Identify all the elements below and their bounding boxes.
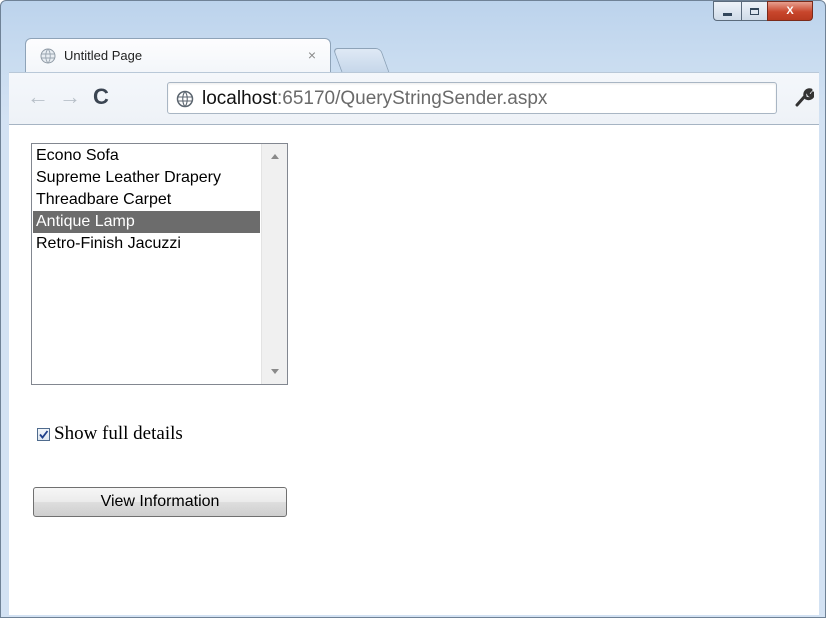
show-details-checkbox[interactable]	[37, 427, 50, 441]
browser-toolbar: ← → C localhost:65170/QueryStringSender.…	[9, 72, 819, 124]
list-item-selected[interactable]: Antique Lamp	[33, 211, 260, 233]
listbox-items: Econo Sofa Supreme Leather Drapery Threa…	[33, 145, 260, 255]
tab-title: Untitled Page	[64, 48, 143, 63]
list-item[interactable]: Econo Sofa	[33, 145, 260, 167]
maximize-icon	[750, 7, 759, 15]
url-host: localhost	[202, 88, 277, 109]
list-item[interactable]: Supreme Leather Drapery	[33, 167, 260, 189]
forward-arrow-icon[interactable]: →	[59, 85, 81, 109]
close-icon: X	[786, 5, 794, 17]
minimize-button[interactable]	[713, 1, 741, 21]
address-bar[interactable]: localhost:65170/QueryStringSender.aspx	[167, 82, 777, 114]
url-path: :65170/QueryStringSender.aspx	[277, 88, 548, 109]
checkmark-icon	[39, 429, 49, 439]
maximize-button[interactable]	[741, 1, 767, 21]
view-information-button[interactable]: View Information	[33, 487, 287, 517]
new-tab-button[interactable]	[332, 48, 390, 72]
show-details-label: Show full details	[54, 423, 183, 444]
scroll-up-arrow-icon[interactable]	[271, 154, 279, 159]
minimize-icon	[723, 12, 732, 16]
page-globe-icon	[176, 90, 194, 108]
scroll-down-arrow-icon[interactable]	[271, 369, 279, 374]
tab-untitled-page[interactable]: Untitled Page ×	[25, 38, 331, 72]
back-arrow-icon[interactable]: ←	[27, 85, 49, 109]
tab-close-icon[interactable]: ×	[308, 47, 316, 63]
show-details-row: Show full details	[37, 423, 183, 445]
listbox-scrollbar[interactable]	[261, 144, 287, 384]
browser-window: X Untitled Page × ← → C localhost:65170/…	[0, 0, 826, 618]
page-viewport: Econo Sofa Supreme Leather Drapery Threa…	[9, 124, 819, 615]
product-listbox[interactable]: Econo Sofa Supreme Leather Drapery Threa…	[31, 143, 288, 385]
list-item[interactable]: Threadbare Carpet	[33, 189, 260, 211]
reload-icon[interactable]: C	[93, 85, 109, 109]
close-window-button[interactable]: X	[767, 1, 813, 21]
globe-icon	[40, 48, 56, 64]
list-item[interactable]: Retro-Finish Jacuzzi	[33, 233, 260, 255]
window-controls: X	[713, 1, 813, 21]
url-text: localhost:65170/QueryStringSender.aspx	[202, 88, 547, 110]
wrench-icon[interactable]	[794, 86, 814, 108]
